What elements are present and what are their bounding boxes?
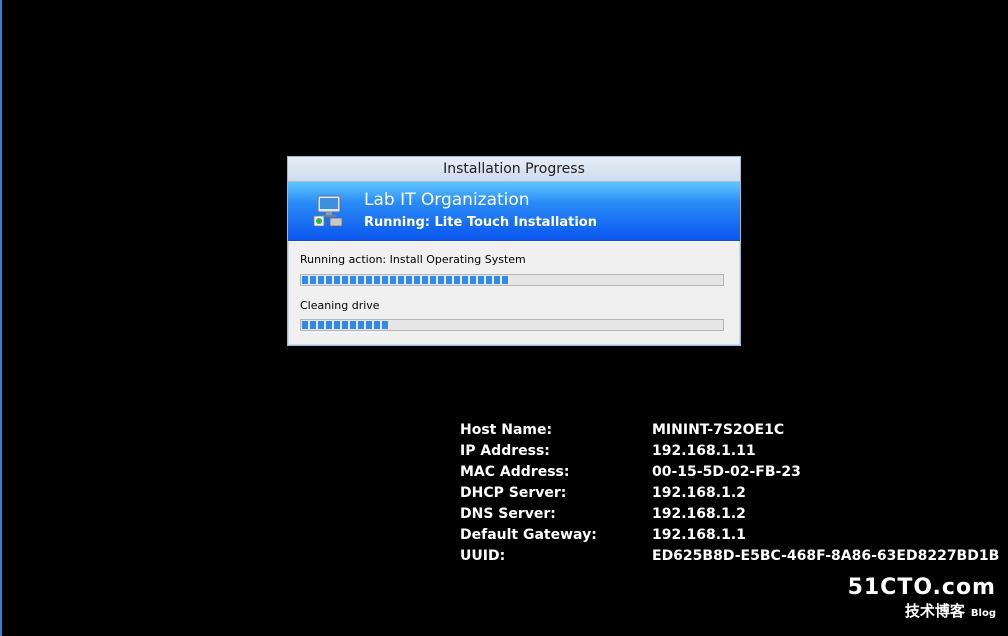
info-key: UUID: xyxy=(460,548,506,564)
step-progress-fill xyxy=(302,321,390,329)
action-progress-label: Running action: Install Operating System xyxy=(300,253,526,266)
computer-install-icon xyxy=(313,195,343,227)
step-progress-label: Cleaning drive xyxy=(300,299,380,312)
info-key: Host Name: xyxy=(460,422,553,438)
info-value: 00-15-5D-02-FB-23 xyxy=(652,464,801,480)
dialog-banner: Lab IT Organization Running: Lite Touch … xyxy=(288,182,740,241)
info-value: MININT-7S2OE1C xyxy=(652,422,785,438)
info-value: 192.168.1.2 xyxy=(652,485,746,501)
info-key: MAC Address: xyxy=(460,464,570,480)
desktop-screen: Installation Progress Lab IT Organizatio… xyxy=(0,0,1008,636)
running-task: Running: Lite Touch Installation xyxy=(364,215,597,230)
info-key: DNS Server: xyxy=(460,506,556,522)
installation-progress-dialog: Installation Progress Lab IT Organizatio… xyxy=(287,156,741,346)
organization-name: Lab IT Organization xyxy=(364,190,530,210)
watermark-subtitle: 技术博客 Blog xyxy=(848,601,996,624)
watermark-sub-text: 技术博客 xyxy=(904,602,965,620)
dialog-title[interactable]: Installation Progress xyxy=(288,157,740,182)
action-progress-bar xyxy=(300,274,724,286)
screen-edge xyxy=(0,0,2,636)
info-key: Default Gateway: xyxy=(460,527,597,543)
info-value: ED625B8D-E5BC-468F-8A86-63ED8227BD1B xyxy=(652,548,1000,564)
info-value: 192.168.1.2 xyxy=(652,506,746,522)
info-value: 192.168.1.1 xyxy=(652,527,746,543)
info-key: IP Address: xyxy=(460,443,550,459)
site-watermark: 51CTO.com 技术博客 Blog xyxy=(848,575,996,624)
info-value: 192.168.1.11 xyxy=(652,443,756,459)
info-key: DHCP Server: xyxy=(460,485,567,501)
watermark-blog: Blog xyxy=(970,608,996,619)
action-progress-fill xyxy=(302,276,508,284)
step-progress-bar xyxy=(300,319,724,331)
watermark-site: 51CTO.com xyxy=(847,575,996,600)
